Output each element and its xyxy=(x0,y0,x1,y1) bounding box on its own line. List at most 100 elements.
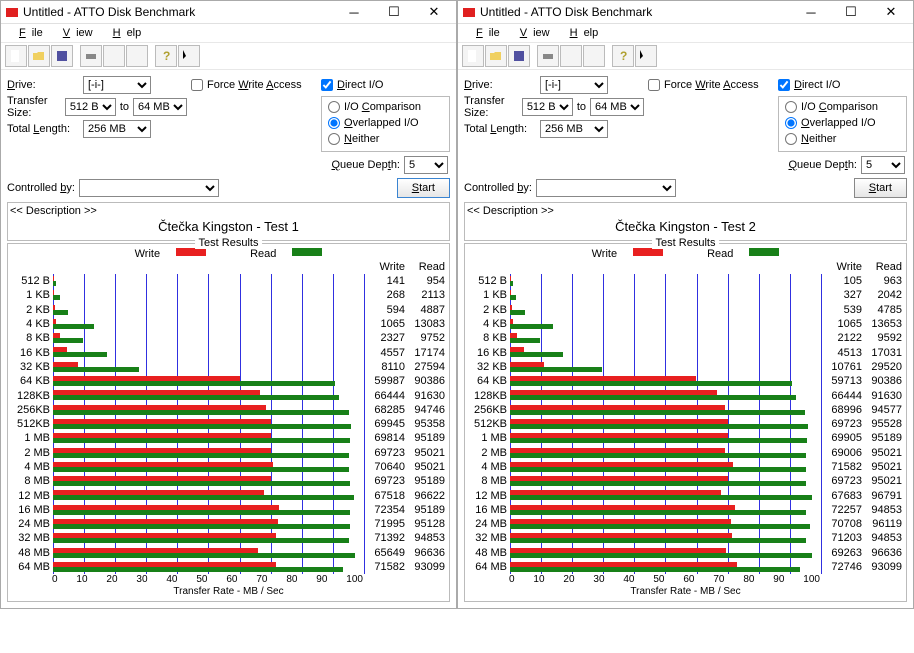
write-value: 69723 xyxy=(824,418,862,430)
zoom-in-button[interactable] xyxy=(560,45,582,67)
col-read: Read xyxy=(407,261,445,273)
open-button[interactable] xyxy=(485,45,507,67)
tick-label: 100 xyxy=(346,574,363,585)
write-value: 69263 xyxy=(824,547,862,559)
total-length-select[interactable]: 256 MB xyxy=(540,120,608,138)
save-button[interactable] xyxy=(51,45,73,67)
write-value: 69945 xyxy=(367,418,405,430)
zoom-in-button[interactable] xyxy=(103,45,125,67)
force-write-checkbox[interactable] xyxy=(191,79,203,91)
legend-write-swatch xyxy=(176,248,206,256)
menu-view[interactable]: View xyxy=(51,26,99,40)
close-button[interactable]: ✕ xyxy=(871,2,911,22)
io-comparison-label: I/O Comparison xyxy=(801,101,878,113)
row-label: 4 KB xyxy=(469,318,508,330)
zoom-reset-button[interactable] xyxy=(126,45,148,67)
maximize-button[interactable]: ☐ xyxy=(831,2,871,22)
drive-select[interactable]: [-i-] xyxy=(83,76,151,94)
read-bar xyxy=(510,438,807,443)
maximize-button[interactable]: ☐ xyxy=(374,2,414,22)
settings-form: Drive:[-i-]Transfer Size:512 Bto64 MBTot… xyxy=(1,70,456,154)
neither-label: Neither xyxy=(344,133,379,145)
data-row: 4 KB106513653 xyxy=(469,317,902,331)
toolbar: ?? xyxy=(458,42,913,70)
force-write-checkbox[interactable] xyxy=(648,79,660,91)
print-button[interactable] xyxy=(80,45,102,67)
read-bar xyxy=(53,438,350,443)
read-value: 95021 xyxy=(864,447,902,459)
menu-help[interactable]: Help xyxy=(558,26,605,40)
menubar: FileViewHelp xyxy=(458,24,913,42)
zoom-reset-button[interactable] xyxy=(583,45,605,67)
x-axis-label: Transfer Rate - MB / Sec xyxy=(12,586,445,597)
data-row: 8 KB23279752 xyxy=(12,331,445,345)
read-value: 94746 xyxy=(407,404,445,416)
overlapped-io-radio[interactable] xyxy=(328,117,340,129)
transfer-from-select[interactable]: 512 B xyxy=(522,98,573,116)
read-value: 94853 xyxy=(864,504,902,516)
write-value: 105 xyxy=(824,275,862,287)
legend-read-swatch xyxy=(292,248,322,256)
menu-view[interactable]: View xyxy=(508,26,556,40)
write-value: 69723 xyxy=(824,475,862,487)
read-value: 94853 xyxy=(864,532,902,544)
neither-radio[interactable] xyxy=(328,133,340,145)
row-chart xyxy=(53,403,365,417)
data-row: 24 MB7070896119 xyxy=(469,517,902,531)
read-bar xyxy=(510,553,812,558)
data-row: 32 MB7120394853 xyxy=(469,531,902,545)
data-row: 8 KB21229592 xyxy=(469,331,902,345)
read-value: 91630 xyxy=(407,390,445,402)
neither-radio[interactable] xyxy=(785,133,797,145)
print-button[interactable] xyxy=(537,45,559,67)
help-button[interactable]: ? xyxy=(612,45,634,67)
queue-depth-label: Queue Depth: xyxy=(788,159,857,171)
queue-depth-select[interactable]: 5 xyxy=(861,156,905,174)
total-length-select[interactable]: 256 MB xyxy=(83,120,151,138)
direct-io-checkbox[interactable] xyxy=(778,79,790,91)
tick-label: 60 xyxy=(226,574,237,585)
help-button[interactable]: ? xyxy=(155,45,177,67)
row-label: 256KB xyxy=(469,404,508,416)
write-value: 69814 xyxy=(367,432,405,444)
open-button[interactable] xyxy=(28,45,50,67)
close-button[interactable]: ✕ xyxy=(414,2,454,22)
direct-io-checkbox[interactable] xyxy=(321,79,333,91)
row-label: 12 MB xyxy=(469,490,508,502)
read-bar xyxy=(53,538,349,543)
queue-depth-select[interactable]: 5 xyxy=(404,156,448,174)
data-row: 2 MB6972395021 xyxy=(12,446,445,460)
transfer-from-select[interactable]: 512 B xyxy=(65,98,116,116)
whats-this-button[interactable]: ? xyxy=(635,45,657,67)
row-label: 2 MB xyxy=(469,447,508,459)
overlapped-io-radio[interactable] xyxy=(785,117,797,129)
new-file-button[interactable] xyxy=(462,45,484,67)
read-value: 96791 xyxy=(864,490,902,502)
drive-select[interactable]: [-i-] xyxy=(540,76,608,94)
start-button[interactable]: Start xyxy=(854,178,907,198)
save-button[interactable] xyxy=(508,45,530,67)
transfer-size-label: Transfer Size: xyxy=(7,95,65,119)
io-comparison-radio[interactable] xyxy=(785,101,797,113)
data-rows: 512 B1059631 KB32720422 KB53947854 KB106… xyxy=(469,274,902,574)
controlled-by-select[interactable] xyxy=(536,179,676,197)
transfer-to-select[interactable]: 64 MB xyxy=(133,98,187,116)
transfer-to-select[interactable]: 64 MB xyxy=(590,98,644,116)
menu-help[interactable]: Help xyxy=(101,26,148,40)
io-comparison-radio[interactable] xyxy=(328,101,340,113)
menu-file[interactable]: File xyxy=(464,26,506,40)
tick-label: 100 xyxy=(803,574,820,585)
column-headers: WriteRead xyxy=(469,261,902,273)
data-row: 16 MB7225794853 xyxy=(469,503,902,517)
start-button[interactable]: Start xyxy=(397,178,450,198)
minimize-button[interactable]: ─ xyxy=(791,2,831,22)
menu-file[interactable]: File xyxy=(7,26,49,40)
whats-this-button[interactable]: ? xyxy=(178,45,200,67)
new-file-button[interactable] xyxy=(5,45,27,67)
read-bar xyxy=(53,381,335,386)
write-value: 65649 xyxy=(367,547,405,559)
data-row: 2 KB5944887 xyxy=(12,303,445,317)
x-axis-ticks: 0102030405060708090100 xyxy=(509,574,820,585)
minimize-button[interactable]: ─ xyxy=(334,2,374,22)
controlled-by-select[interactable] xyxy=(79,179,219,197)
